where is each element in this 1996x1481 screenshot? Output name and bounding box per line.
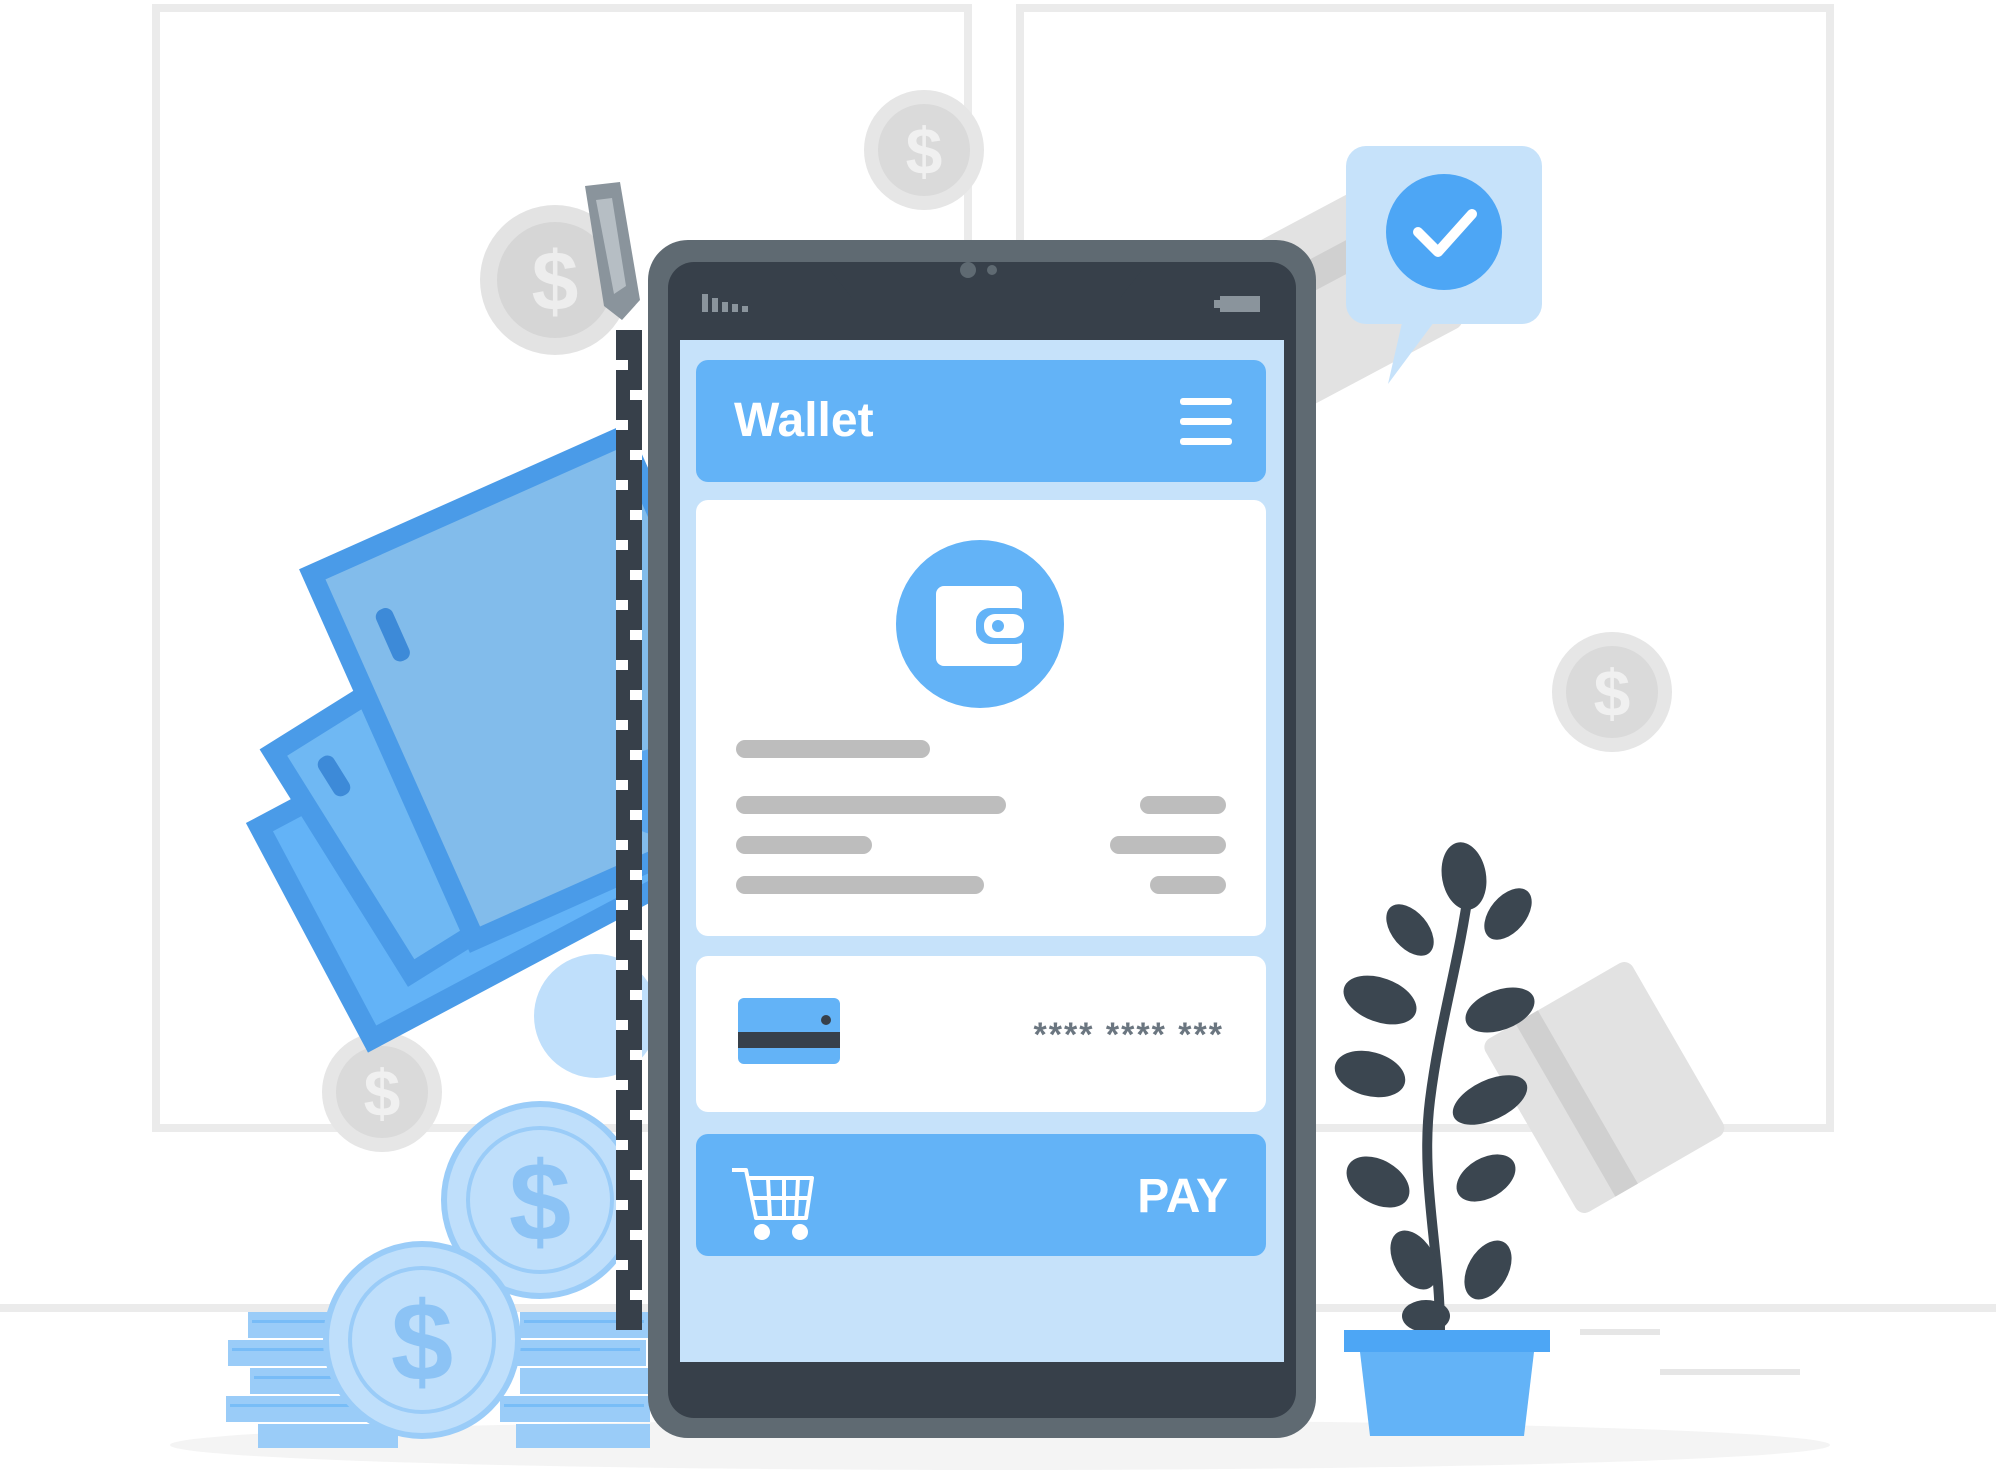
dollar-coin-icon: $ xyxy=(1552,632,1672,752)
svg-text:$: $ xyxy=(906,114,943,188)
dollar-coin-icon: $ xyxy=(323,1241,521,1439)
credit-card-icon xyxy=(738,998,840,1064)
svg-text:$: $ xyxy=(532,234,579,328)
svg-text:$: $ xyxy=(364,1056,401,1130)
card-number-masked: **** **** *** xyxy=(1034,1016,1224,1054)
pay-button[interactable]: PAY xyxy=(696,1134,1266,1256)
header-title: Wallet xyxy=(734,394,874,447)
dollar-coin-icon: $ xyxy=(322,1032,442,1152)
payment-card-row[interactable]: **** **** *** xyxy=(696,956,1266,1112)
svg-text:$: $ xyxy=(1594,656,1631,730)
wallet-app-illustration: $ $ $ $ $ $ Wallet **** **** *** PAY xyxy=(0,4,1996,1470)
svg-text:$: $ xyxy=(509,1139,571,1264)
wallet-info-card xyxy=(696,500,1266,936)
plant-pot xyxy=(1344,1330,1550,1436)
app-header: Wallet xyxy=(696,360,1266,482)
wallet-icon xyxy=(896,540,1064,708)
svg-text:$: $ xyxy=(391,1279,453,1404)
plant xyxy=(1334,842,1550,1436)
checkmark-icon xyxy=(1386,174,1502,290)
pay-button-label: PAY xyxy=(1137,1170,1228,1223)
floor-lines xyxy=(1580,1329,1800,1375)
battery-icon xyxy=(1214,296,1260,312)
dollar-coin-icon: $ xyxy=(864,90,984,210)
